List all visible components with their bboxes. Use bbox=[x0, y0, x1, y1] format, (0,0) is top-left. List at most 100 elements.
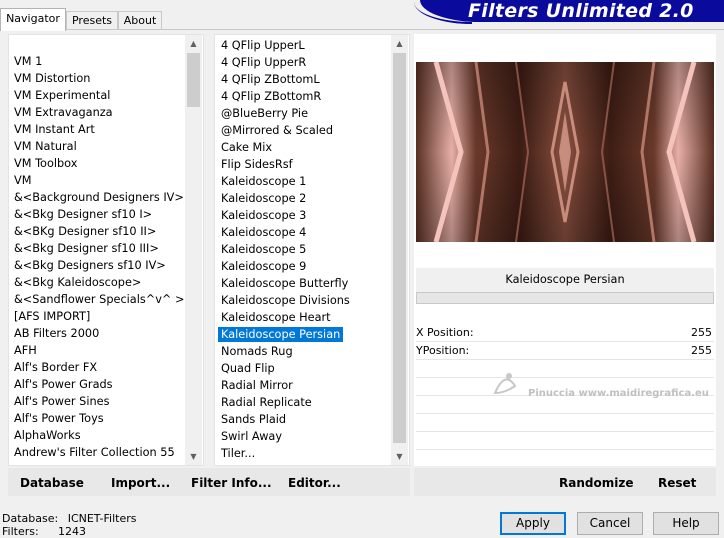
tab-about[interactable]: About bbox=[118, 11, 162, 30]
editor-button[interactable]: Editor... bbox=[288, 476, 341, 490]
list-item[interactable]: 4 QFlip ZBottomR bbox=[221, 88, 321, 105]
list-item[interactable]: Flip SidesRsf bbox=[221, 156, 293, 173]
list-item-label: AFH bbox=[14, 344, 37, 357]
database-button[interactable]: Database bbox=[20, 476, 84, 490]
list-item-label: VM Distortion bbox=[14, 72, 91, 85]
scroll-thumb[interactable] bbox=[187, 53, 200, 107]
list-item[interactable]: VM 1 bbox=[14, 53, 42, 70]
list-item[interactable]: Alf's Power Sines bbox=[14, 393, 109, 410]
list-item[interactable]: Radial Replicate bbox=[221, 394, 312, 411]
filter-title: Kaleidoscope Persian bbox=[416, 268, 714, 292]
list-item[interactable]: VM Instant Art bbox=[14, 121, 95, 138]
list-item-label: VM Toolbox bbox=[14, 157, 78, 170]
param-label: X Position: bbox=[416, 326, 474, 339]
list-item[interactable]: Radial Mirror bbox=[221, 377, 293, 394]
list-item[interactable]: Sands Plaid bbox=[221, 411, 286, 428]
list-item[interactable]: Nomads Rug bbox=[221, 343, 293, 360]
scroll-up-icon[interactable]: ▲ bbox=[185, 35, 202, 52]
list-item-label: Kaleidoscope 5 bbox=[221, 243, 307, 256]
list-item[interactable]: Swirl Away bbox=[221, 428, 282, 445]
list-item[interactable]: VM Experimental bbox=[14, 87, 110, 104]
scroll-down-icon[interactable]: ▼ bbox=[391, 448, 408, 465]
list-item[interactable]: AB Filters 2000 bbox=[14, 325, 99, 342]
list-item[interactable]: Kaleidoscope 1 bbox=[221, 173, 306, 190]
list-item-label: &<Sandflower Specials^v^ > bbox=[14, 293, 185, 306]
list-item[interactable]: AlphaWorks bbox=[14, 427, 81, 444]
tab-navigator[interactable]: Navigator bbox=[0, 8, 66, 31]
list-item[interactable]: VM Toolbox bbox=[14, 155, 77, 172]
category-list[interactable]: VM 1 VM Distortion VM Experimental VM Extra… bbox=[8, 34, 204, 466]
list-item[interactable]: VM Distortion bbox=[14, 70, 90, 87]
list-item-label: Kaleidoscope Heart bbox=[221, 311, 331, 324]
list-item[interactable]: Alf's Power Grads bbox=[14, 376, 113, 393]
randomize-button[interactable]: Randomize bbox=[559, 476, 633, 490]
list-item[interactable]: VM Extravaganza bbox=[14, 104, 113, 121]
list-item[interactable]: Kaleidoscope Butterfly bbox=[221, 275, 348, 292]
list-item-label: Andrew's Filter Collection 55 bbox=[14, 446, 175, 459]
scroll-thumb[interactable] bbox=[393, 53, 406, 443]
param-label: YPosition: bbox=[416, 344, 470, 357]
list-item[interactable]: Kaleidoscope Persian bbox=[218, 326, 344, 343]
list-item[interactable]: &<Bkg Designer sf10 III> bbox=[14, 240, 159, 257]
list-item[interactable]: Kaleidoscope 2 bbox=[221, 190, 306, 207]
preview-image bbox=[416, 62, 714, 242]
tab-presets[interactable]: Presets bbox=[66, 11, 118, 30]
list-item[interactable]: Cake Mix bbox=[221, 139, 272, 156]
row-divider bbox=[416, 413, 714, 414]
list-item[interactable]: &<Sandflower Specials^v^ > bbox=[14, 291, 184, 308]
list-item[interactable]: Kaleidoscope 5 bbox=[221, 241, 306, 258]
category-scrollbar[interactable]: ▲ ▼ bbox=[185, 35, 202, 465]
list-item-label: 4 QFlip ZBottomR bbox=[221, 90, 322, 103]
list-item-label: AlphaWorks bbox=[14, 429, 81, 442]
list-item[interactable]: [AFS IMPORT] bbox=[14, 308, 90, 325]
list-item[interactable]: &<Bkg Designers sf10 IV> bbox=[14, 257, 166, 274]
list-item[interactable]: 4 QFlip ZBottomL bbox=[221, 71, 320, 88]
list-item[interactable]: @Mirrored & Scaled bbox=[221, 122, 333, 139]
list-item[interactable]: Alf's Power Toys bbox=[14, 410, 104, 427]
list-item[interactable]: Kaleidoscope 3 bbox=[221, 207, 306, 224]
list-item-label: Flip SidesRsf bbox=[221, 158, 293, 171]
filter-list[interactable]: 4 QFlip UpperL 4 QFlip UpperR 4 QFlip ZBot… bbox=[214, 34, 410, 466]
tab-divider bbox=[0, 29, 724, 30]
cancel-button[interactable]: Cancel bbox=[577, 512, 643, 535]
list-item[interactable]: Tiler... bbox=[221, 445, 255, 462]
y-position-slider[interactable]: YPosition: 255 bbox=[416, 342, 714, 359]
filter-info-button[interactable]: Filter Info... bbox=[191, 476, 272, 490]
list-item[interactable]: AFH bbox=[14, 342, 37, 359]
list-item[interactable]: Andrew's Filter Collection 55 bbox=[14, 444, 175, 461]
import-button[interactable]: Import... bbox=[111, 476, 170, 490]
list-item[interactable]: Kaleidoscope 4 bbox=[221, 224, 306, 241]
scroll-down-icon[interactable]: ▼ bbox=[185, 448, 202, 465]
scroll-up-icon[interactable]: ▲ bbox=[391, 35, 408, 52]
list-item-label: &<Bkg Designers sf10 IV> bbox=[14, 259, 166, 272]
list-item[interactable]: &<Bkg Kaleidoscope> bbox=[14, 274, 141, 291]
list-item[interactable]: Kaleidoscope 9 bbox=[221, 258, 306, 275]
list-item[interactable]: &<Background Designers IV> bbox=[14, 189, 184, 206]
list-item-label: Kaleidoscope Butterfly bbox=[221, 277, 349, 290]
apply-button[interactable]: Apply bbox=[500, 512, 566, 535]
list-item-label: &<BKg Designer sf10 II> bbox=[14, 225, 157, 238]
watermark-logo-icon bbox=[493, 373, 517, 395]
x-position-slider[interactable]: X Position: 255 bbox=[416, 324, 714, 341]
list-item-label: [AFS IMPORT] bbox=[14, 310, 91, 323]
list-item[interactable]: &<Bkg Designer sf10 I> bbox=[14, 206, 152, 223]
list-item-label: Swirl Away bbox=[221, 430, 283, 443]
reset-button[interactable]: Reset bbox=[658, 476, 696, 490]
list-item[interactable]: Kaleidoscope Heart bbox=[221, 309, 331, 326]
list-item[interactable]: Kaleidoscope Divisions bbox=[221, 292, 350, 309]
help-button[interactable]: Help bbox=[653, 512, 719, 535]
list-item-label: 4 QFlip ZBottomL bbox=[221, 73, 320, 86]
filter-scrollbar[interactable]: ▲ ▼ bbox=[391, 35, 408, 465]
list-item-label: Sands Plaid bbox=[221, 413, 287, 426]
list-item-label: VM Experimental bbox=[14, 89, 111, 102]
list-item[interactable]: VM bbox=[14, 172, 31, 189]
list-item[interactable]: VM Natural bbox=[14, 138, 77, 155]
list-item-label: Kaleidoscope 9 bbox=[221, 260, 307, 273]
list-item[interactable]: &<BKg Designer sf10 II> bbox=[14, 223, 156, 240]
list-item[interactable]: Quad Flip bbox=[221, 360, 275, 377]
list-item-label: Alf's Power Grads bbox=[14, 378, 113, 391]
list-item[interactable]: 4 QFlip UpperL bbox=[221, 37, 305, 54]
list-item[interactable]: @BlueBerry Pie bbox=[221, 105, 308, 122]
list-item[interactable]: 4 QFlip UpperR bbox=[221, 54, 306, 71]
list-item[interactable]: Alf's Border FX bbox=[14, 359, 97, 376]
